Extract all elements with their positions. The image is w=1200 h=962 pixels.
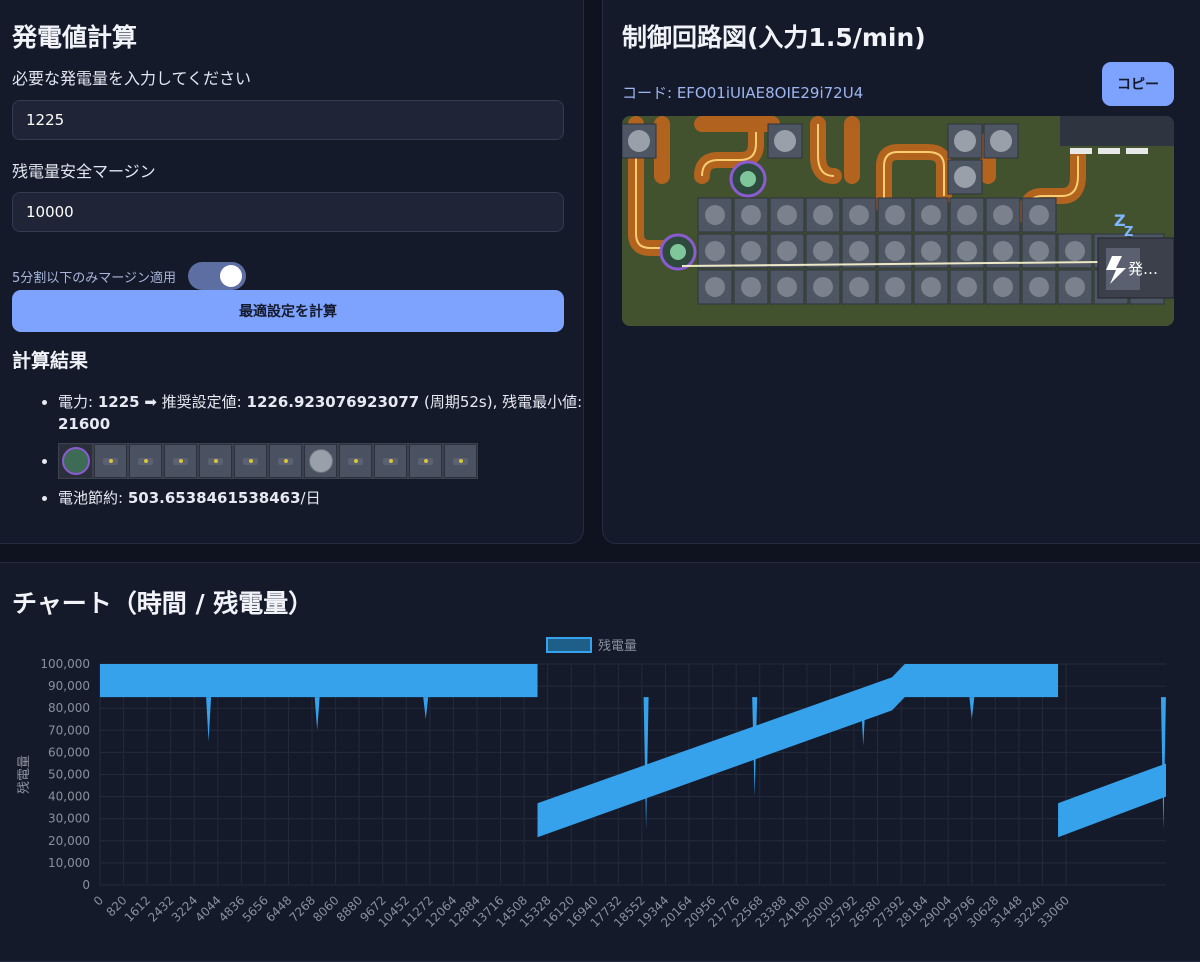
series-spike xyxy=(1160,697,1166,830)
battery-device-icon xyxy=(374,444,407,478)
x-tick-label: 2432 xyxy=(145,893,176,924)
toggle-knob xyxy=(220,265,243,287)
y-tick-label: 10,000 xyxy=(48,856,90,870)
y-tick-label: 100,000 xyxy=(40,657,90,671)
battery-device-icon xyxy=(409,444,442,478)
legend-swatch xyxy=(546,637,592,653)
margin-input[interactable] xyxy=(12,192,564,232)
results-list: 電力: 1225 ➡ 推奨設定値: 1226.923076923077 (周期5… xyxy=(12,391,598,517)
x-tick-label: 8060 xyxy=(310,893,341,924)
y-tick-label: 40,000 xyxy=(48,790,90,804)
margin-toggle-row: 5分割以下のみマージン適用 xyxy=(12,262,247,290)
results-title: 計算結果 xyxy=(12,350,89,372)
x-tick-label: 3224 xyxy=(169,893,200,924)
battery-device-icon xyxy=(94,444,127,478)
x-tick-label: 6448 xyxy=(263,893,294,924)
x-tick-label: 4836 xyxy=(216,893,247,924)
battery-device-icon xyxy=(199,444,232,478)
circuit-code: コード: EFO01iUIAE8OIE29i72U4 xyxy=(622,84,864,102)
margin-toggle-label: 5分割以下のみマージン適用 xyxy=(12,270,177,286)
y-tick-label: 70,000 xyxy=(48,723,90,737)
copy-button[interactable]: コピー xyxy=(1102,62,1174,106)
calculate-button[interactable]: 最適設定を計算 xyxy=(12,290,564,332)
circuit-image: Z Z 発… xyxy=(622,116,1174,326)
x-tick-label: 7268 xyxy=(287,893,318,924)
series-spike xyxy=(643,697,649,830)
coin-device-icon xyxy=(59,444,92,478)
power-input[interactable] xyxy=(12,100,564,140)
battery-device-icon xyxy=(164,444,197,478)
y-tick-label: 30,000 xyxy=(48,812,90,826)
margin-toggle-switch[interactable] xyxy=(188,262,247,290)
battery-device-icon xyxy=(444,444,477,478)
generator-label: 発… xyxy=(1128,260,1158,278)
margin-input-label: 残電量安全マージン xyxy=(12,162,156,181)
legend-label: 残電量 xyxy=(598,639,637,654)
series-spike xyxy=(314,697,320,731)
x-tick-label: 4044 xyxy=(192,893,223,924)
series-band xyxy=(100,664,1166,838)
device-strip xyxy=(58,443,478,479)
series-spike xyxy=(860,697,866,746)
calculator-title: 発電値計算 xyxy=(12,23,138,52)
power-input-label: 必要な発電量を入力してください xyxy=(12,69,252,88)
y-tick-label: 20,000 xyxy=(48,834,90,848)
result-power-item: 電力: 1225 ➡ 推奨設定値: 1226.923076923077 (周期5… xyxy=(58,391,598,435)
circuit-diagram: Z Z 発… xyxy=(622,116,1174,326)
svg-text:Z: Z xyxy=(1124,225,1133,240)
x-tick-label: 5656 xyxy=(240,893,271,924)
y-tick-label: 50,000 xyxy=(48,768,90,782)
chart-title: チャート（時間 / 残電量） xyxy=(12,589,314,618)
y-tick-label: 80,000 xyxy=(48,701,90,715)
y-tick-label: 90,000 xyxy=(48,679,90,693)
y-tick-label: 0 xyxy=(82,878,90,892)
battery-chart: 残電量 0 10,000 20,000 30,000 40,000 50,000 60,000… xyxy=(17,637,1166,930)
y-tick-label: 60,000 xyxy=(48,745,90,759)
x-tick-label: 8880 xyxy=(334,893,365,924)
battery-device-icon xyxy=(339,444,372,478)
battery-device-icon xyxy=(129,444,162,478)
x-tick-label: 1612 xyxy=(122,893,153,924)
series-spike xyxy=(206,697,212,742)
result-strip-item xyxy=(58,443,598,479)
x-tick-label: 0 xyxy=(91,893,106,908)
battery-device-icon xyxy=(269,444,302,478)
fan-device-icon xyxy=(304,444,337,478)
circuit-title: 制御回路図(入力1.5/min) xyxy=(622,23,926,52)
y-axis-label: 残電量 xyxy=(17,755,32,794)
result-battery-item: 電池節約: 503.6538461538463/日 xyxy=(58,487,598,509)
battery-device-icon xyxy=(234,444,267,478)
